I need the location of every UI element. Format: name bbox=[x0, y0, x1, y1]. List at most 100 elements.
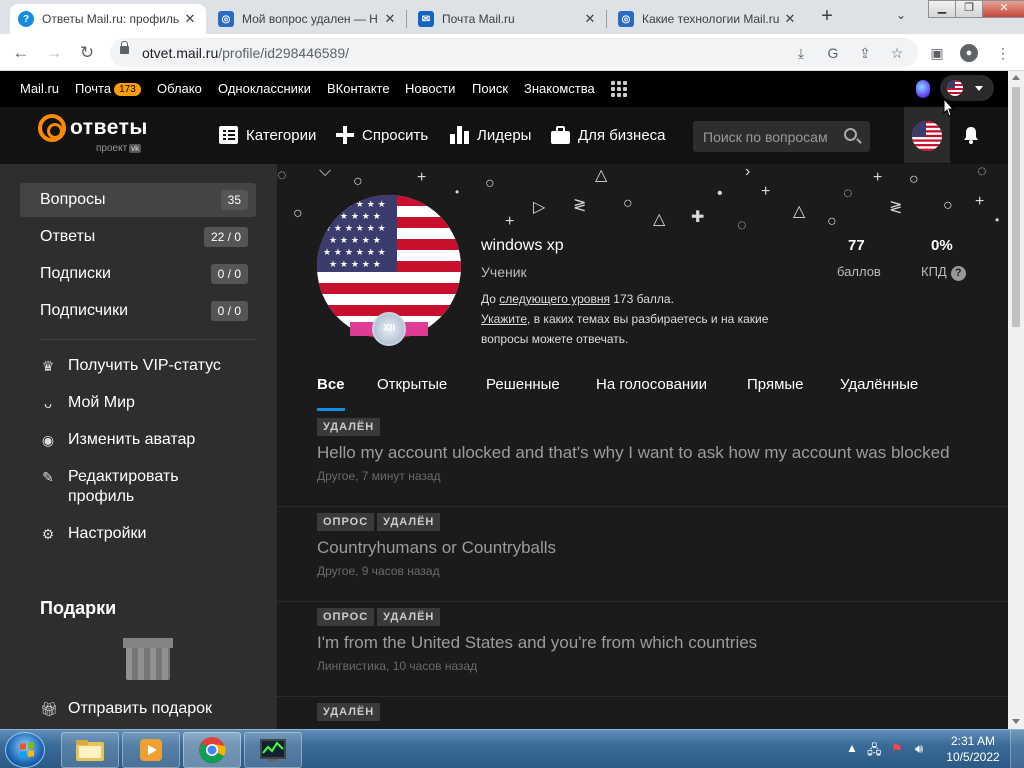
send-gift-button[interactable]: 🎁︎ Отправить подарок bbox=[40, 699, 212, 719]
page-scrollbar[interactable] bbox=[1008, 71, 1024, 729]
question-title[interactable]: Hello my account ulocked and that's why … bbox=[317, 443, 950, 463]
portal-link-search[interactable]: Поиск bbox=[472, 81, 508, 96]
kpd-value: 0% bbox=[931, 237, 953, 254]
network-icon[interactable]: 🖧︎ bbox=[867, 741, 882, 763]
nav-label: Лидеры bbox=[477, 126, 532, 144]
bookmark-star-icon[interactable]: ☆ bbox=[888, 44, 906, 62]
taskbar-explorer[interactable] bbox=[61, 732, 119, 768]
start-button[interactable] bbox=[5, 732, 45, 768]
question-row[interactable]: УДАЛЁН bbox=[277, 697, 1008, 729]
question-title[interactable]: Countryhumans or Countryballs bbox=[317, 538, 556, 558]
bell-icon[interactable] bbox=[962, 126, 980, 144]
tab-question-deleted[interactable]: ◎ Мой вопрос удален — Н ✕ bbox=[210, 4, 406, 34]
tab-resolved[interactable]: Решенные bbox=[486, 376, 560, 393]
close-icon[interactable]: ✕ bbox=[182, 11, 198, 27]
marusia-icon[interactable] bbox=[916, 80, 930, 98]
tab-voting[interactable]: На голосовании bbox=[596, 376, 707, 393]
close-window-button[interactable]: ✕ bbox=[982, 0, 1024, 18]
decor-plus-icon: + bbox=[761, 183, 771, 200]
scroll-down-icon[interactable] bbox=[1012, 719, 1020, 724]
reload-icon[interactable]: ↻ bbox=[76, 42, 98, 64]
question-row[interactable]: УДАЛЁН Hello my account ulocked and that… bbox=[277, 412, 1008, 507]
question-title[interactable]: I'm from the United States and you're fr… bbox=[317, 633, 757, 653]
crown-icon: ♛ bbox=[41, 358, 55, 374]
decor-chevron-icon: ≷ bbox=[889, 199, 903, 216]
back-arrow-icon[interactable]: ← bbox=[10, 42, 32, 64]
portal-link-cloud[interactable]: Облако bbox=[157, 81, 202, 96]
decor-circle-icon: ○ bbox=[353, 173, 363, 190]
translate-icon[interactable]: G bbox=[824, 44, 842, 62]
portal-link-news[interactable]: Новости bbox=[405, 81, 455, 96]
specify-topics-link[interactable]: Укажите bbox=[481, 312, 527, 326]
new-tab-button[interactable]: + bbox=[816, 6, 838, 28]
portal-link-mail[interactable]: Почта 173 bbox=[75, 81, 141, 96]
menu-kebab-icon[interactable]: ⋮ bbox=[994, 44, 1012, 62]
nav-categories[interactable]: Категории bbox=[219, 126, 316, 144]
tab-direct[interactable]: Прямые bbox=[747, 376, 804, 393]
close-icon[interactable]: ✕ bbox=[782, 11, 798, 27]
portal-link-ok[interactable]: Одноклассники bbox=[218, 81, 311, 96]
tab-open[interactable]: Открытые bbox=[377, 376, 447, 393]
logo-text[interactable]: ответы bbox=[70, 116, 148, 140]
sidebar-action-settings[interactable]: ⚙ Настройки bbox=[40, 524, 147, 544]
taskbar-chrome[interactable] bbox=[183, 732, 241, 768]
help-question-icon[interactable]: ? bbox=[950, 266, 966, 281]
portal-link-dating[interactable]: Знакомства bbox=[524, 81, 595, 96]
portal-link-vk[interactable]: ВКонтакте bbox=[327, 81, 390, 96]
next-level-link[interactable]: следующего уровня bbox=[499, 292, 610, 306]
taskbar-task-manager[interactable] bbox=[244, 732, 302, 768]
decor-plus-icon: + bbox=[873, 169, 883, 186]
search-icon[interactable] bbox=[844, 128, 857, 141]
nav-ask[interactable]: Спросить bbox=[335, 126, 428, 144]
minimize-button[interactable]: ▁ bbox=[928, 0, 956, 18]
sidebar-item-subscribers[interactable]: Подписчики 0 / 0 bbox=[20, 294, 256, 328]
plus-icon bbox=[336, 126, 354, 144]
sidebar-item-subscriptions[interactable]: Подписки 0 / 0 bbox=[20, 257, 256, 291]
otvet-favicon-icon: ? bbox=[18, 11, 34, 27]
tab-search-chevron-icon[interactable]: ⌄ bbox=[896, 8, 906, 22]
close-icon[interactable]: ✕ bbox=[582, 11, 598, 27]
scroll-up-icon[interactable] bbox=[1012, 75, 1020, 80]
share-icon[interactable]: ⇪ bbox=[856, 44, 874, 62]
forward-arrow-icon[interactable]: → bbox=[43, 42, 65, 64]
address-bar[interactable]: otvet.mail.ru/profile/id298446589/ ⤓ G ⇪… bbox=[110, 38, 918, 67]
close-icon[interactable]: ✕ bbox=[382, 11, 398, 27]
sidebar-action-edit-profile[interactable]: ✎ Редактировать профиль bbox=[40, 467, 220, 507]
decor-circle-icon: ○ bbox=[623, 195, 633, 212]
nav-leaders[interactable]: Лидеры bbox=[450, 126, 531, 144]
sidebar-item-questions[interactable]: Вопросы 35 bbox=[20, 183, 256, 217]
sidebar-action-change-avatar[interactable]: ◉ Изменить аватар bbox=[40, 430, 195, 450]
question-row[interactable]: ОПРОС УДАЛЁН I'm from the United States a… bbox=[277, 602, 1008, 697]
kpd-label: КПД? bbox=[921, 264, 966, 281]
side-panel-icon[interactable]: ▣ bbox=[928, 44, 946, 62]
decor-triangle-icon: △ bbox=[595, 167, 608, 184]
decor-dot-icon: • bbox=[717, 185, 723, 202]
question-row[interactable]: ОПРОС УДАЛЁН Countryhumans or Countryball… bbox=[277, 507, 1008, 602]
portal-link-mailru[interactable]: Mail.ru bbox=[20, 81, 59, 96]
taskbar-clock[interactable]: 2:31 AM 10/5/2022 bbox=[943, 733, 1003, 765]
decor-triangle-icon: ▷ bbox=[533, 199, 546, 216]
scroll-thumb[interactable] bbox=[1012, 87, 1020, 327]
profile-rank: Ученик bbox=[481, 264, 527, 280]
otvet-logo-icon[interactable] bbox=[38, 114, 66, 142]
sidebar-action-myworld[interactable]: ᴗ Мой Мир bbox=[40, 393, 135, 413]
maximize-button[interactable]: ❐ bbox=[955, 0, 983, 18]
tray-expand-icon[interactable]: ▲ bbox=[846, 741, 858, 755]
tab-otvet-profile[interactable]: ? Ответы Mail.ru: профиль ✕ bbox=[10, 4, 206, 34]
tab-technologies[interactable]: ◎ Какие технологии Mail.ru ✕ bbox=[610, 4, 806, 34]
volume-icon[interactable]: 🔊︎ bbox=[915, 741, 923, 757]
apps-grid-icon[interactable] bbox=[611, 81, 627, 97]
tab-deleted[interactable]: Удалённые bbox=[840, 376, 918, 393]
sidebar-action-vip[interactable]: ♛ Получить VIP-статус bbox=[40, 356, 221, 376]
profile-avatar-icon[interactable]: ● bbox=[960, 44, 978, 62]
tab-all[interactable]: Все bbox=[317, 376, 345, 393]
sidebar-item-label: Вопросы bbox=[40, 191, 106, 208]
nav-business[interactable]: Для бизнеса bbox=[551, 126, 666, 144]
taskbar-media-player[interactable] bbox=[122, 732, 180, 768]
svg-text:★ ★ ★ ★ ★ ★: ★ ★ ★ ★ ★ ★ bbox=[323, 224, 386, 234]
install-app-icon[interactable]: ⤓ bbox=[792, 44, 810, 62]
action-center-flag-icon[interactable]: ⚑ bbox=[891, 741, 903, 757]
tab-mail[interactable]: ✉ Почта Mail.ru ✕ bbox=[410, 4, 606, 34]
sidebar-item-answers[interactable]: Ответы 22 / 0 bbox=[20, 220, 256, 254]
show-desktop-button[interactable] bbox=[1010, 730, 1024, 768]
